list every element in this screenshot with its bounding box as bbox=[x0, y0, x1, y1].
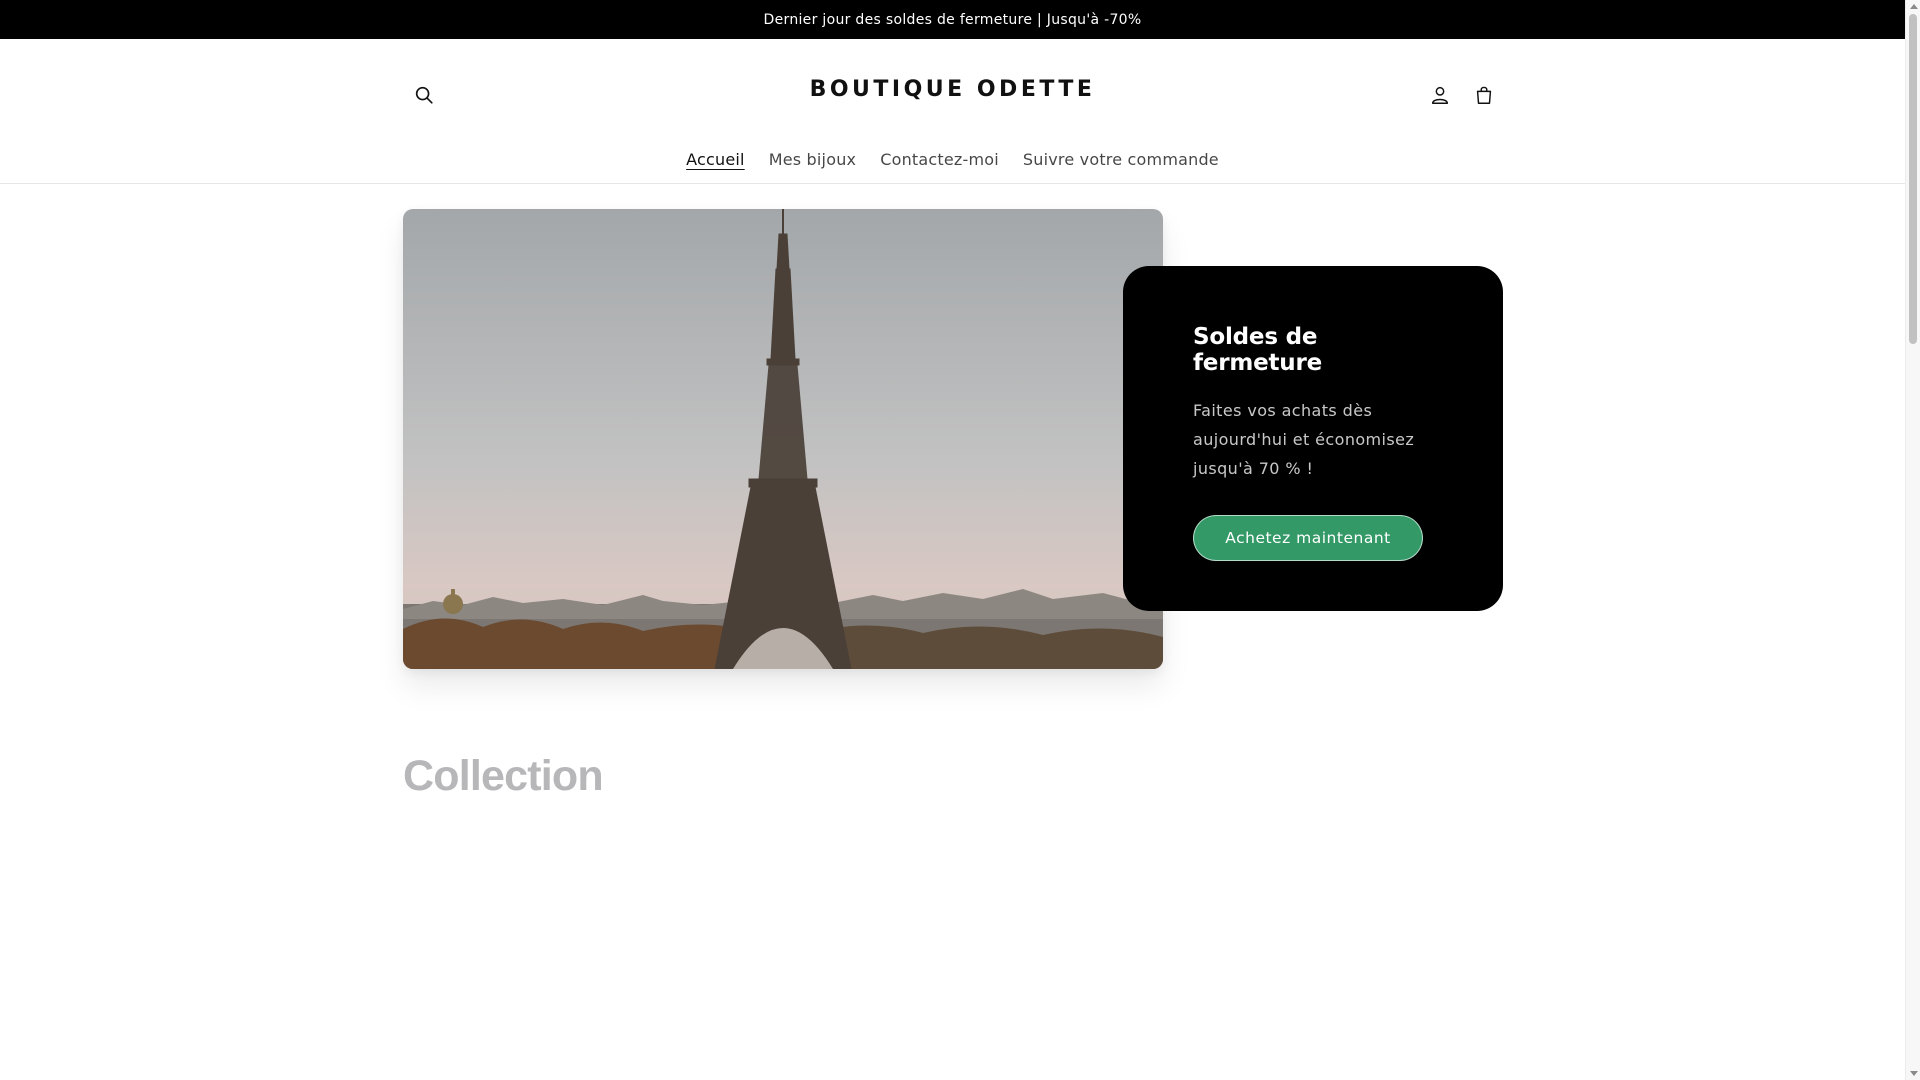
shop-now-button[interactable]: Achetez maintenant bbox=[1193, 515, 1423, 561]
user-icon bbox=[1431, 86, 1449, 104]
hero-image bbox=[403, 209, 1163, 669]
scroll-up-arrow-icon[interactable] bbox=[1910, 4, 1918, 9]
announcement-bar: Dernier jour des soldes de fermeture | J… bbox=[0, 0, 1905, 39]
cart-icon bbox=[1476, 86, 1492, 104]
nav-item-accueil[interactable]: Accueil bbox=[674, 150, 757, 169]
promo-text: Faites vos achats dès aujourd'hui et éco… bbox=[1193, 401, 1415, 478]
scroll-thumb[interactable] bbox=[1909, 14, 1917, 344]
eiffel-tower-photo bbox=[403, 209, 1163, 669]
scroll-down-arrow-icon[interactable] bbox=[1910, 1071, 1918, 1076]
nav-item-mes-bijoux[interactable]: Mes bijoux bbox=[757, 150, 869, 169]
nav-item-suivre-commande[interactable]: Suivre votre commande bbox=[1011, 150, 1231, 169]
account-button[interactable] bbox=[1418, 73, 1462, 117]
nav-item-contactez-moi[interactable]: Contactez-moi bbox=[868, 150, 1011, 169]
promo-title: Soldes de fermeture bbox=[1193, 324, 1323, 376]
cart-button[interactable] bbox=[1462, 73, 1506, 117]
announcement-text: Dernier jour des soldes de fermeture | J… bbox=[763, 11, 1142, 28]
main-nav: Accueil Mes bijoux Contactez-moi Suivre … bbox=[0, 150, 1905, 169]
page-scrollbar[interactable] bbox=[1905, 0, 1920, 1080]
site-header: BOUTIQUE ODETTE Accueil Mes bijoux Conta… bbox=[0, 39, 1905, 184]
site-logo[interactable]: BOUTIQUE ODETTE bbox=[0, 77, 1905, 102]
promo-card: Soldes de fermeture Faites vos achats dè… bbox=[1123, 266, 1503, 611]
collection-heading: Collection bbox=[403, 752, 604, 800]
